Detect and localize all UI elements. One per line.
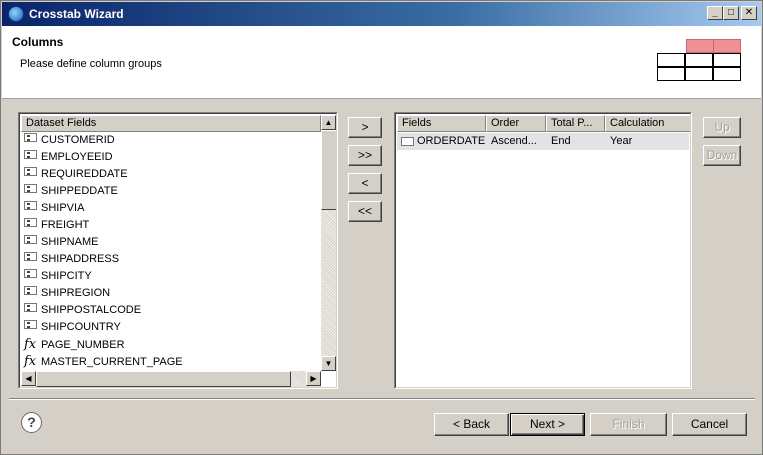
back-button[interactable]: < Back bbox=[434, 413, 509, 436]
scroll-right-button[interactable]: ▶ bbox=[306, 371, 321, 386]
horizontal-scroll-thumb[interactable] bbox=[36, 371, 291, 387]
scroll-down-button[interactable]: ▼ bbox=[321, 356, 336, 371]
list-item[interactable]: SHIPNAME bbox=[24, 234, 98, 251]
list-item-label: FREIGHT bbox=[41, 219, 90, 231]
fx-icon: fx bbox=[24, 354, 37, 369]
list-item-label: SHIPPEDDATE bbox=[41, 185, 118, 197]
list-item-label: SHIPVIA bbox=[41, 202, 85, 214]
list-item-label: PAGE_NUMBER bbox=[41, 339, 125, 351]
list-item[interactable]: fx MASTER_CURRENT_PAGE bbox=[24, 353, 183, 370]
list-item-label: MASTER_CURRENT_PAGE bbox=[41, 356, 183, 368]
field-icon bbox=[24, 184, 37, 193]
list-item-label: SHIPPOSTALCODE bbox=[41, 304, 142, 316]
list-item[interactable]: fx PAGE_NUMBER bbox=[24, 336, 125, 353]
field-icon bbox=[24, 150, 37, 159]
title-bar: Crosstab Wizard _ □ ✕ bbox=[2, 2, 761, 26]
add-field-button[interactable]: > bbox=[348, 117, 382, 138]
field-icon bbox=[24, 252, 37, 261]
list-item[interactable]: SHIPPEDDATE bbox=[24, 183, 118, 200]
scroll-left-button[interactable]: ◀ bbox=[21, 371, 36, 386]
window-title: Crosstab Wizard bbox=[29, 7, 124, 21]
list-item[interactable]: SHIPPOSTALCODE bbox=[24, 302, 141, 319]
column-groups-table[interactable]: Fields Order Total P... Calculation ORDE… bbox=[394, 112, 692, 389]
crosstab-wizard-window: Crosstab Wizard _ □ ✕ Columns Please def… bbox=[0, 0, 763, 455]
column-header-order[interactable]: Order bbox=[486, 115, 546, 132]
dataset-fields-list[interactable]: Dataset Fields CUSTOMERID EMPLOYEEID REQUI… bbox=[18, 112, 338, 389]
row-order: Ascend... bbox=[491, 135, 537, 147]
cancel-button[interactable]: Cancel bbox=[672, 413, 747, 436]
footer-separator bbox=[9, 398, 755, 400]
list-item-label: SHIPREGION bbox=[41, 287, 111, 299]
page-title: Columns bbox=[12, 35, 64, 49]
app-icon bbox=[8, 6, 24, 22]
field-icon bbox=[24, 201, 37, 210]
row-total: End bbox=[551, 135, 571, 147]
move-down-button[interactable]: Down bbox=[703, 145, 741, 166]
page-subtitle: Please define column groups bbox=[20, 58, 162, 70]
field-icon bbox=[24, 167, 37, 176]
next-button[interactable]: Next > bbox=[510, 413, 585, 436]
remove-all-fields-button[interactable]: << bbox=[348, 201, 382, 222]
help-icon[interactable]: ? bbox=[21, 412, 42, 433]
field-icon bbox=[24, 286, 37, 295]
list-item[interactable]: FREIGHT bbox=[24, 217, 89, 234]
field-icon bbox=[24, 269, 37, 278]
row-field: ORDERDATE bbox=[417, 135, 486, 147]
remove-field-button[interactable]: < bbox=[348, 173, 382, 194]
crosstab-columns-icon bbox=[657, 39, 743, 84]
field-icon bbox=[24, 218, 37, 227]
list-item-label: SHIPADDRESS bbox=[41, 253, 120, 265]
list-item-label: REQUIREDDATE bbox=[41, 168, 128, 180]
field-icon bbox=[24, 235, 37, 244]
list-item[interactable]: CUSTOMERID bbox=[24, 132, 115, 149]
minimize-button[interactable]: _ bbox=[707, 6, 723, 20]
fx-icon: fx bbox=[24, 337, 37, 352]
list-item[interactable]: REQUIREDDATE bbox=[24, 166, 128, 183]
column-header-total[interactable]: Total P... bbox=[546, 115, 605, 132]
list-item[interactable]: SHIPCOUNTRY bbox=[24, 319, 121, 336]
list-item[interactable]: SHIPVIA bbox=[24, 200, 84, 217]
list-item-label: SHIPNAME bbox=[41, 236, 99, 248]
list-item[interactable]: SHIPADDRESS bbox=[24, 251, 119, 268]
list-item[interactable]: SHIPCITY bbox=[24, 268, 92, 285]
dataset-fields-header[interactable]: Dataset Fields bbox=[21, 115, 321, 132]
vertical-scroll-thumb[interactable] bbox=[321, 130, 336, 210]
field-icon bbox=[24, 303, 37, 312]
list-item-label: SHIPCITY bbox=[41, 270, 92, 282]
field-icon bbox=[24, 320, 37, 329]
close-button[interactable]: ✕ bbox=[741, 6, 757, 20]
list-item-label: EMPLOYEEID bbox=[41, 151, 113, 163]
column-header-fields[interactable]: Fields bbox=[397, 115, 486, 132]
row-calculation: Year bbox=[610, 135, 633, 147]
wizard-header: Columns Please define column groups bbox=[2, 26, 761, 99]
field-icon bbox=[24, 133, 37, 142]
list-item-label: CUSTOMERID bbox=[41, 134, 115, 146]
add-all-fields-button[interactable]: >> bbox=[348, 145, 382, 166]
move-up-button[interactable]: Up bbox=[703, 117, 741, 138]
table-row[interactable]: ORDERDATE Ascend... End Year bbox=[397, 133, 689, 150]
finish-button[interactable]: Finish bbox=[590, 413, 667, 436]
scroll-up-button[interactable]: ▲ bbox=[321, 115, 336, 130]
maximize-button[interactable]: □ bbox=[723, 6, 739, 20]
list-item[interactable]: SHIPREGION bbox=[24, 285, 110, 302]
list-item-label: SHIPCOUNTRY bbox=[41, 321, 121, 333]
list-item[interactable]: EMPLOYEEID bbox=[24, 149, 113, 166]
column-header-calculation[interactable]: Calculation bbox=[605, 115, 690, 132]
